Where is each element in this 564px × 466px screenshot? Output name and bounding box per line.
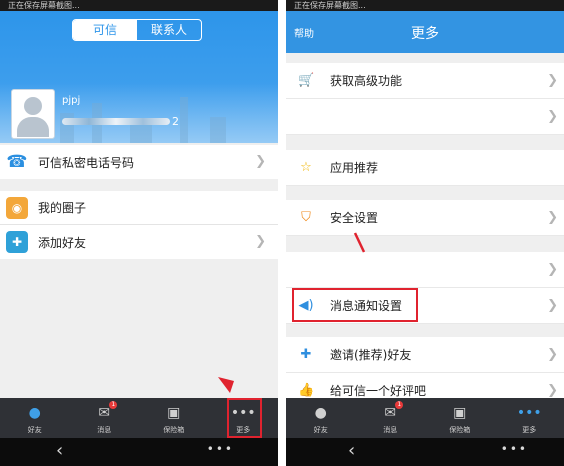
page-title: 更多 bbox=[411, 26, 439, 42]
tab-safe[interactable]: ▣ 保险箱 bbox=[425, 398, 495, 438]
tab-contacts[interactable]: 联系人 bbox=[137, 20, 201, 40]
settings-group-social: ◉ 我的圈子 ✚ 添加好友 ❯ bbox=[0, 191, 278, 259]
tab-messages-label: 消息 bbox=[383, 426, 398, 434]
person-icon: ● bbox=[28, 405, 41, 421]
profile-id-suffix: 2 bbox=[172, 115, 179, 128]
profile-name: pjpj bbox=[62, 95, 81, 106]
tab-friends[interactable]: ● 好友 bbox=[0, 398, 70, 438]
menu-dots-icon[interactable]: ••• bbox=[501, 442, 528, 456]
phone-icon: ☎ bbox=[6, 151, 28, 173]
tab-messages[interactable]: ✉ 1 消息 bbox=[70, 398, 140, 438]
settings-group-phone: ☎ 可信私密电话号码 ❯ bbox=[0, 145, 278, 179]
row-app-recommend[interactable]: ☆ 应用推荐 bbox=[286, 150, 564, 186]
profile-id: 2 bbox=[62, 115, 179, 128]
row-premium[interactable]: 🛒 获取高级功能 ❯ bbox=[286, 63, 564, 99]
safe-icon: ▣ bbox=[453, 405, 467, 421]
row-rate-app-label: 给可信一个好评吧 bbox=[330, 384, 427, 398]
tab-trusted[interactable]: 可信 bbox=[73, 20, 137, 40]
menu-dots-icon[interactable]: ••• bbox=[207, 442, 234, 456]
settings-group-premium: 🛒 获取高级功能 ❯ ❯ bbox=[286, 63, 564, 135]
add-user-icon: ✚ bbox=[6, 231, 28, 253]
row-blank-1[interactable]: ❯ bbox=[286, 99, 564, 135]
tab-messages-label: 消息 bbox=[97, 426, 112, 434]
more-icon: ••• bbox=[516, 405, 542, 421]
segment-control: 可信 联系人 bbox=[72, 19, 202, 41]
redacted-id bbox=[62, 118, 170, 125]
tab-safe-label: 保险箱 bbox=[449, 426, 471, 434]
star-icon: ☆ bbox=[300, 160, 312, 175]
row-security[interactable]: ⛉ 安全设置 ❯ bbox=[286, 200, 564, 236]
chevron-right-icon: ❯ bbox=[255, 234, 266, 249]
avatar[interactable] bbox=[11, 89, 55, 139]
chevron-right-icon: ❯ bbox=[547, 347, 558, 362]
shield-icon: ⛉ bbox=[301, 210, 311, 225]
chevron-right-icon: ❯ bbox=[255, 154, 266, 169]
row-blank-2[interactable]: ❯ bbox=[286, 252, 564, 288]
system-nav-bar: ‹ ••• bbox=[286, 438, 564, 466]
profile-header: 可信 联系人 pjpj 2 bbox=[0, 11, 278, 143]
left-screen: 正在保存屏幕截图... 可信 联系人 pjpj 2 ☎ 可信私密电话号码 ❯ ◉… bbox=[0, 0, 278, 466]
tab-safe-label: 保险箱 bbox=[163, 426, 185, 434]
chevron-right-icon: ❯ bbox=[547, 210, 558, 225]
settings-group-apps: ☆ 应用推荐 bbox=[286, 150, 564, 186]
row-premium-label: 获取高级功能 bbox=[330, 74, 403, 88]
right-screen: 正在保存屏幕截图... 帮助 更多 🛒 获取高级功能 ❯ ❯ ☆ 应用推荐 ⛉ … bbox=[286, 0, 564, 466]
settings-group-security: ⛉ 安全设置 ❯ bbox=[286, 200, 564, 236]
chevron-right-icon: ❯ bbox=[547, 73, 558, 88]
row-my-circle-label: 我的圈子 bbox=[38, 201, 87, 215]
tab-safe[interactable]: ▣ 保险箱 bbox=[139, 398, 209, 438]
status-bar: 正在保存屏幕截图... bbox=[286, 0, 564, 11]
system-nav-bar: ‹ ••• bbox=[0, 438, 278, 466]
highlight-notification-row bbox=[292, 288, 418, 322]
row-add-friend[interactable]: ✚ 添加好友 ❯ bbox=[0, 225, 278, 259]
chevron-right-icon: ❯ bbox=[547, 298, 558, 313]
invite-icon: ✚ bbox=[300, 347, 312, 362]
row-private-phone-label: 可信私密电话号码 bbox=[38, 155, 135, 170]
row-my-circle[interactable]: ◉ 我的圈子 bbox=[0, 191, 278, 225]
chat-icon: ✉ bbox=[98, 405, 111, 421]
chevron-right-icon: ❯ bbox=[547, 383, 558, 398]
row-private-phone[interactable]: ☎ 可信私密电话号码 ❯ bbox=[0, 145, 278, 179]
tab-friends-label: 好友 bbox=[27, 426, 42, 434]
chevron-right-icon: ❯ bbox=[547, 109, 558, 124]
tab-friends-label: 好友 bbox=[313, 426, 328, 434]
row-security-label: 安全设置 bbox=[330, 211, 379, 225]
annotation-line bbox=[353, 232, 366, 253]
row-invite-friends[interactable]: ✚ 邀请(推荐)好友 ❯ bbox=[286, 337, 564, 373]
tab-messages[interactable]: ✉ 1 消息 bbox=[356, 398, 426, 438]
bottom-tab-bar: ● 好友 ✉ 1 消息 ▣ 保险箱 ••• 更多 bbox=[286, 398, 564, 438]
back-icon[interactable]: ‹ bbox=[56, 440, 63, 461]
title-bar: 帮助 更多 bbox=[286, 11, 564, 53]
row-add-friend-label: 添加好友 bbox=[38, 235, 87, 250]
status-bar: 正在保存屏幕截图... bbox=[0, 0, 278, 11]
row-invite-friends-label: 邀请(推荐)好友 bbox=[330, 348, 412, 362]
chevron-right-icon: ❯ bbox=[547, 262, 558, 277]
row-app-recommend-label: 应用推荐 bbox=[330, 161, 379, 175]
tab-friends[interactable]: ● 好友 bbox=[286, 398, 356, 438]
annotation-arrow bbox=[218, 377, 234, 393]
circle-icon: ◉ bbox=[6, 196, 28, 219]
back-icon[interactable]: ‹ bbox=[348, 440, 355, 461]
cart-icon: 🛒 bbox=[298, 73, 315, 88]
chat-icon: ✉ bbox=[384, 405, 397, 421]
highlight-more-tab bbox=[227, 398, 262, 438]
tab-more[interactable]: ••• 更多 bbox=[495, 398, 564, 438]
thumbs-up-icon: 👍 bbox=[298, 383, 315, 398]
safe-icon: ▣ bbox=[167, 405, 181, 421]
person-icon: ● bbox=[314, 405, 327, 421]
tab-more-label: 更多 bbox=[522, 426, 537, 434]
